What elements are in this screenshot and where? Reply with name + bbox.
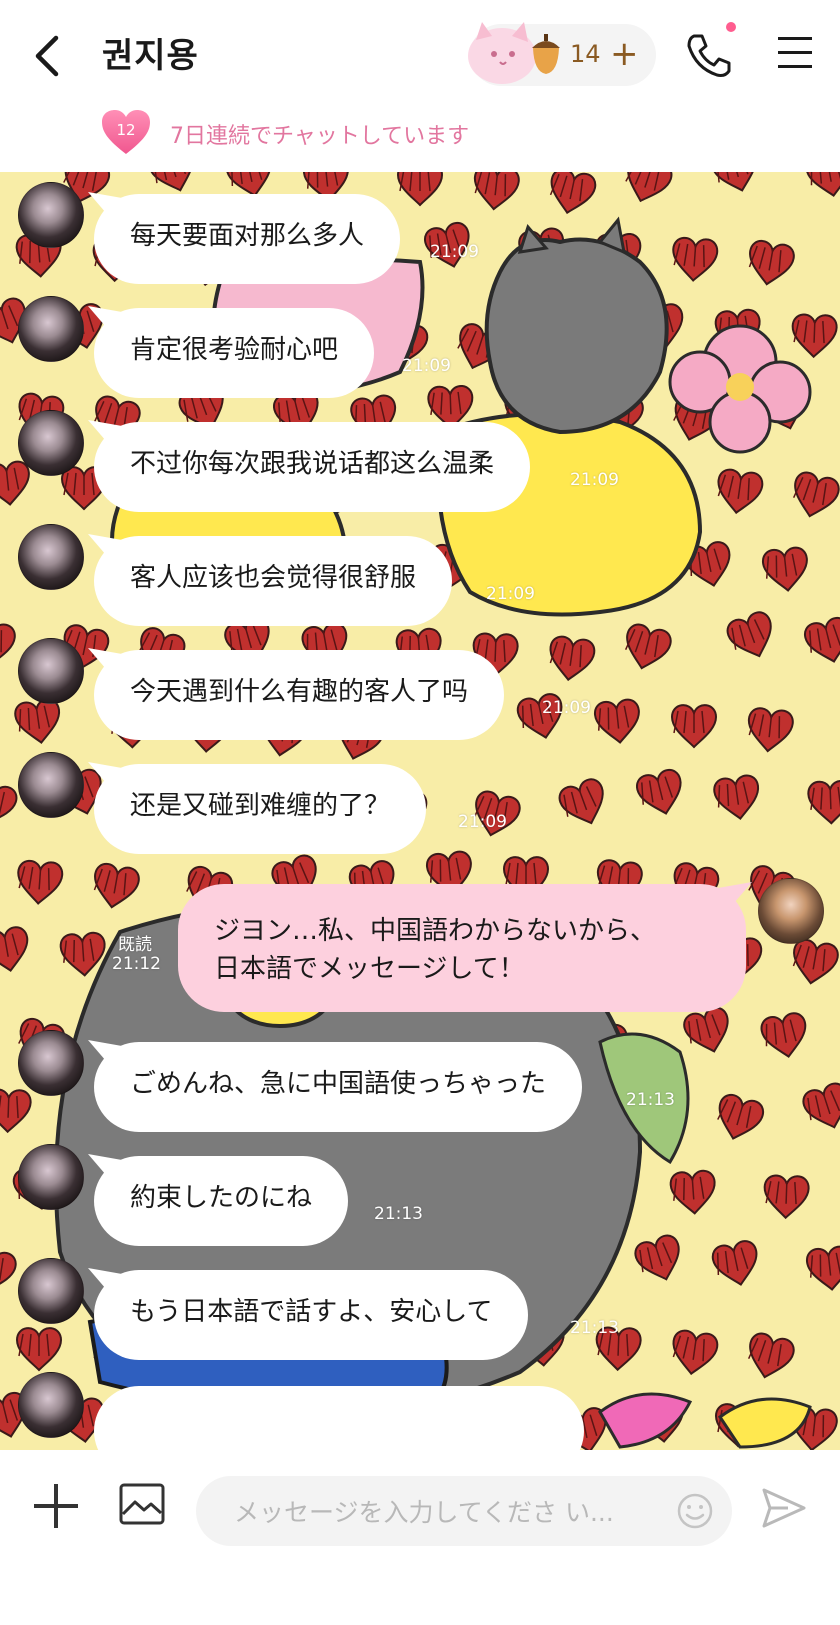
contact-avatar[interactable] xyxy=(18,1144,84,1210)
streak-text: 7日連続でチャットしています xyxy=(170,124,470,149)
message-time: 21:09 xyxy=(570,470,619,490)
message-text: もう日本語で話すよ、安心して xyxy=(130,1297,493,1327)
message-time: 21:13 xyxy=(626,1090,675,1110)
message-input[interactable] xyxy=(232,1488,636,1536)
bubble-tail xyxy=(88,192,122,220)
acorn-icon xyxy=(532,34,560,74)
bubble-tail xyxy=(88,420,122,448)
read-receipt: 既読 xyxy=(118,935,152,955)
message-time: 21:09 xyxy=(542,698,591,718)
message-time: 21:09 xyxy=(402,356,451,376)
menu-icon[interactable] xyxy=(776,34,814,70)
message-text: 肯定很考验耐心吧 xyxy=(130,335,339,365)
message-text: 不过你每次跟我说话都这么温柔 xyxy=(130,449,495,479)
message-bubble[interactable]: 今天遇到什么有趣的客人了吗 xyxy=(88,648,505,740)
contact-avatar[interactable] xyxy=(18,1258,84,1324)
contact-avatar[interactable] xyxy=(18,524,84,590)
emoji-icon[interactable] xyxy=(676,1492,714,1530)
message-time: 21:09 xyxy=(430,242,479,262)
my-avatar[interactable] xyxy=(758,878,824,944)
message-bubble[interactable]: 还是又碰到难缠的了？ xyxy=(88,762,427,854)
message-text: 約束したのにね xyxy=(130,1183,313,1213)
contact-avatar[interactable] xyxy=(18,752,84,818)
notification-dot xyxy=(726,22,736,32)
message-time: 21:12 xyxy=(112,954,161,974)
contact-avatar[interactable] xyxy=(18,296,84,362)
bubble-tail xyxy=(88,648,122,676)
back-arrow-icon[interactable] xyxy=(30,34,70,78)
contact-avatar[interactable] xyxy=(18,638,84,704)
message-bubble[interactable]: 每天要面对那么多人 xyxy=(88,192,401,284)
bubble-tail xyxy=(88,1040,122,1068)
message-text: 今天遇到什么有趣的客人了吗 xyxy=(130,677,469,707)
bubble-tail xyxy=(88,534,122,562)
message-text: 客人应该也会觉得很舒服 xyxy=(130,563,417,593)
acorn-count: 14 xyxy=(570,40,601,68)
message-text: ごめんね、急に中国語使っちゃった xyxy=(130,1069,547,1099)
message-input-container[interactable] xyxy=(196,1476,732,1546)
acorn-balance[interactable]: 14 + xyxy=(468,22,656,86)
bubble-tail xyxy=(88,1268,122,1296)
contact-avatar[interactable] xyxy=(18,1372,84,1438)
my-message-bubble[interactable]: ジヨン…私、中国語わからないから、 日本語でメッセージして！ xyxy=(178,882,752,1012)
bubble-tail xyxy=(718,882,752,910)
message-bubble[interactable] xyxy=(94,1386,584,1450)
message-time: 21:13 xyxy=(570,1318,619,1338)
bubble-tail xyxy=(88,306,122,334)
send-icon[interactable] xyxy=(760,1484,808,1532)
contact-avatar[interactable] xyxy=(18,182,84,248)
message-time: 21:13 xyxy=(374,1204,423,1224)
message-bubble[interactable]: 約束したのにね xyxy=(88,1154,349,1246)
phone-icon[interactable] xyxy=(684,30,732,80)
message-bubble[interactable]: ごめんね、急に中国語使っちゃった xyxy=(88,1040,583,1132)
chat-area[interactable]: 每天要面对那么多人 21:09 肯定很考验耐心吧 21:09 不过你每次跟我说话… xyxy=(0,172,840,1450)
message-text-line: 日本語でメッセージして！ xyxy=(214,954,525,984)
message-time: 21:09 xyxy=(458,812,507,832)
plus-icon[interactable] xyxy=(30,1480,82,1532)
bubble-tail xyxy=(88,762,122,790)
contact-avatar[interactable] xyxy=(18,410,84,476)
message-bubble[interactable]: 不过你每次跟我说话都这么温柔 xyxy=(88,420,531,512)
bubble-tail xyxy=(88,1154,122,1182)
message-bubble[interactable]: 客人应该也会觉得很舒服 xyxy=(88,534,453,626)
message-bubble[interactable]: 肯定很考验耐心吧 xyxy=(88,306,375,398)
image-icon[interactable] xyxy=(118,1480,166,1528)
message-time: 21:09 xyxy=(486,584,535,604)
message-input-bar xyxy=(0,1450,840,1625)
contact-name[interactable]: 권지용 xyxy=(102,28,199,77)
message-text: 每天要面对那么多人 xyxy=(130,221,365,251)
contact-avatar[interactable] xyxy=(18,1030,84,1096)
message-text-line: ジヨン…私、中国語わからないから、 xyxy=(214,916,657,946)
chat-header: 권지용 14 + 12 7日連続でチャットしています xyxy=(0,0,840,172)
message-text: 还是又碰到难缠的了？ xyxy=(130,791,391,821)
message-bubble[interactable]: もう日本語で話すよ、安心して xyxy=(88,1268,529,1360)
streak-count: 12 xyxy=(116,121,136,139)
add-acorn-icon[interactable]: + xyxy=(610,34,639,74)
